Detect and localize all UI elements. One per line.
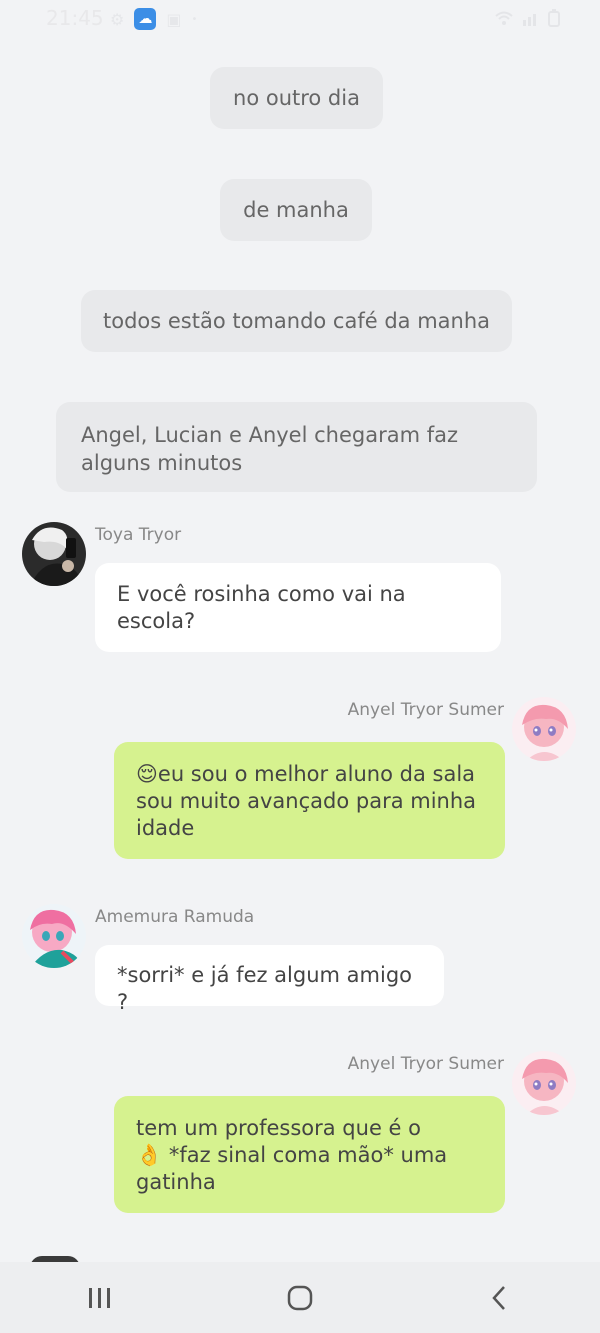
home-icon — [287, 1285, 313, 1310]
message-text: tem um professora que é o — [136, 1116, 421, 1140]
recent-apps-icon — [89, 1287, 110, 1308]
avatar-toya-tryor[interactable] — [22, 522, 86, 586]
message-bubble: E você rosinha como vai na escola? — [95, 563, 501, 652]
system-message: todos estão tomando café da manha — [81, 290, 512, 352]
avatar-anyel-tryor-sumer[interactable] — [512, 697, 576, 761]
recent-apps-button[interactable] — [70, 1273, 130, 1323]
dot-icon: • — [191, 13, 198, 25]
avatar-anyel-tryor-sumer[interactable] — [512, 1051, 576, 1115]
battery-icon — [548, 9, 560, 27]
system-message: de manha — [220, 179, 372, 241]
wifi-icon — [495, 11, 513, 25]
message-text: E você rosinha como vai na escola? — [117, 582, 406, 633]
status-left-icons: ⚙ ☁ ▣ • — [110, 8, 197, 30]
status-right-icons — [494, 9, 560, 27]
sender-name: Amemura Ramuda — [95, 907, 255, 927]
sender-name: Toya Tryor — [95, 525, 182, 545]
back-icon — [492, 1285, 505, 1310]
gear-icon: ⚙ — [110, 9, 125, 29]
message-bubble: tem um professora que é o 👌 *faz sinal c… — [114, 1096, 505, 1213]
system-message: Angel, Lucian e Anyel chegaram faz algun… — [56, 402, 537, 492]
message-bubble: *sorri* e já fez algum amigo ? — [95, 945, 444, 1014]
status-bar: 21:45 ⚙ ☁ ▣ • — [0, 0, 600, 38]
navigation-bar — [0, 1262, 600, 1333]
message-text: *sorri* e já fez algum amigo ? — [117, 963, 412, 1014]
sender-name: Anyel Tryor Sumer — [347, 700, 504, 720]
home-button[interactable] — [270, 1273, 330, 1323]
emoji: 😌 — [136, 762, 158, 786]
status-time: 21:45 — [46, 6, 104, 30]
message-text: *faz sinal coma mão* uma gatinha — [136, 1143, 448, 1194]
sender-name: Anyel Tryor Sumer — [347, 1054, 504, 1074]
image-icon: ▣ — [166, 9, 182, 29]
message-text: eu sou o melhor aluno da sala sou muito … — [136, 762, 477, 840]
back-button[interactable] — [470, 1273, 530, 1323]
message-bubble: 😌eu sou o melhor aluno da sala sou muito… — [114, 742, 505, 859]
avatar-amemura-ramuda[interactable] — [22, 904, 86, 968]
weather-icon: ☁ — [134, 8, 157, 30]
emoji: 👌 — [136, 1143, 163, 1167]
signal-icon — [523, 14, 536, 26]
system-message: no outro dia — [210, 67, 383, 129]
